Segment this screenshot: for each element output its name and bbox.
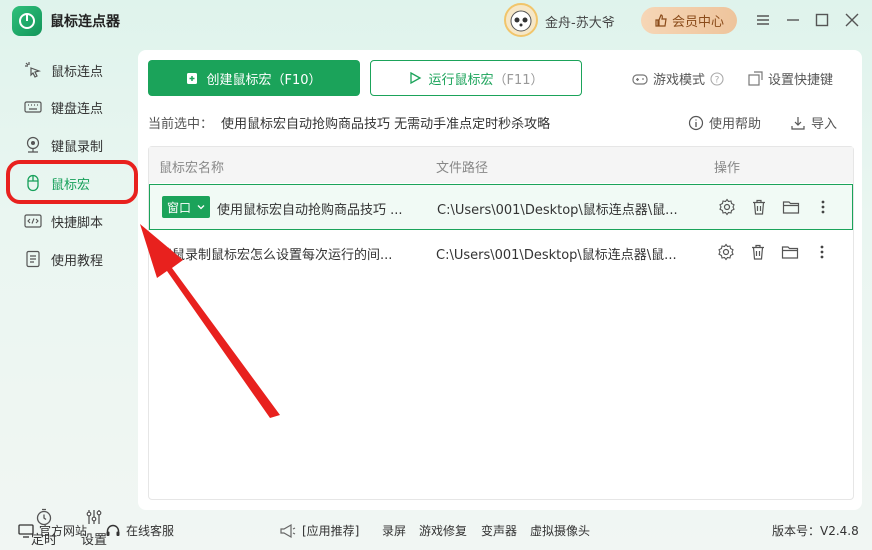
footer-link-game-repair[interactable]: 游戏修复 [419, 522, 467, 539]
window-mode-dropdown[interactable]: 窗口 [162, 196, 211, 218]
game-mode-label: 游戏模式 [653, 73, 706, 88]
sidebar-item-mouse-click[interactable]: 鼠标连点 [14, 55, 132, 85]
help-circle-icon[interactable]: ? [710, 71, 724, 86]
recommend-label: [应用推荐] [302, 524, 360, 538]
main-panel: 创建鼠标宏（F10） 运行鼠标宏（F11） 游戏模式 ? 设置快捷键 当前选中：… [138, 50, 862, 510]
vip-center-button[interactable]: 会员中心 [641, 7, 737, 34]
macro-path: C:\Users\001\Desktop\鼠标连点器\鼠... [437, 203, 678, 218]
gamepad-icon [632, 73, 648, 85]
footer-bar: 官方网站 在线客服 [应用推荐] 录屏 游戏修复 变声器 虚拟摄像头 版本号：V… [0, 514, 872, 550]
username[interactable]: 金舟-苏大爷 [545, 12, 615, 31]
sidebar-item-keyboard-click[interactable]: 键盘连点 [14, 92, 132, 122]
app-logo-icon [12, 6, 42, 36]
import-icon [791, 116, 805, 130]
footer-link-record[interactable]: 录屏 [382, 522, 406, 539]
more-options-icon[interactable] [812, 242, 832, 262]
macro-name: 键鼠录制鼠标宏怎么设置每次运行的间... [159, 248, 393, 263]
add-file-icon [187, 73, 198, 84]
run-macro-key: （F11） [493, 72, 544, 88]
import-label: 导入 [811, 117, 838, 132]
recommend-section: [应用推荐] [279, 522, 359, 539]
sidebar-item-label: 鼠标连点 [51, 64, 104, 80]
hotkey-icon [748, 71, 763, 86]
window-mode-label: 窗口 [167, 200, 192, 215]
create-macro-button[interactable]: 创建鼠标宏（F10） [148, 60, 360, 96]
folder-icon[interactable] [780, 242, 800, 262]
create-macro-label: 创建鼠标宏 [206, 72, 272, 88]
create-macro-key: （F10） [271, 72, 322, 88]
footer-link-virtual-camera[interactable]: 虚拟摄像头 [530, 522, 590, 539]
highlight-annotation [6, 160, 138, 204]
table-row[interactable]: 窗口 使用鼠标宏自动抢购商品技巧 ... C:\Users\001\Deskto… [149, 184, 853, 230]
sidebar-item-label: 使用教程 [51, 253, 104, 269]
table-header: 鼠标宏名称 文件路径 操作 [149, 147, 853, 183]
folder-icon[interactable] [781, 197, 801, 217]
current-selection-label: 当前选中： [148, 117, 214, 132]
trash-icon[interactable] [748, 242, 768, 262]
close-icon[interactable] [841, 9, 863, 31]
gear-icon[interactable] [717, 197, 737, 217]
macro-table: 鼠标宏名称 文件路径 操作 窗口 使用鼠标宏自动抢购商品技巧 ... C:\Us… [148, 146, 854, 500]
help-label: 使用帮助 [709, 117, 762, 132]
avatar[interactable] [504, 3, 538, 37]
vip-center-label: 会员中心 [671, 15, 724, 30]
minimize-icon[interactable] [782, 9, 804, 31]
cursor-click-icon [24, 61, 42, 79]
sidebar-item-tutorial[interactable]: 使用教程 [14, 244, 132, 274]
sidebar-item-script[interactable]: 快捷脚本 [14, 206, 132, 236]
footer-link-voice-changer[interactable]: 变声器 [481, 522, 517, 539]
thumb-up-icon [655, 13, 667, 27]
help-link[interactable]: 使用帮助 [688, 113, 761, 132]
megaphone-icon [280, 523, 296, 538]
game-mode-toggle[interactable]: 游戏模式 ? [632, 69, 724, 88]
column-header-path: 文件路径 [436, 161, 489, 176]
sidebar-item-label: 键盘连点 [51, 101, 104, 117]
svg-text:?: ? [715, 75, 720, 85]
record-icon [24, 136, 42, 154]
run-macro-button[interactable]: 运行鼠标宏（F11） [370, 60, 582, 96]
version-label: 版本号：V2.4.8 [772, 524, 859, 538]
import-button[interactable]: 导入 [790, 113, 837, 132]
code-icon [24, 212, 42, 230]
title-bar: 鼠标连点器 金舟-苏大爷 会员中心 [0, 0, 872, 42]
official-website-label: 官方网站 [39, 524, 88, 538]
gear-icon[interactable] [716, 242, 736, 262]
more-options-icon[interactable] [813, 197, 833, 217]
sidebar-item-label: 键鼠录制 [51, 139, 104, 155]
maximize-icon[interactable] [811, 9, 833, 31]
current-selection-value: 使用鼠标宏自动抢购商品技巧 无需动手准点定时秒杀攻略 [221, 117, 551, 132]
current-selection: 当前选中： 使用鼠标宏自动抢购商品技巧 无需动手准点定时秒杀攻略 [148, 113, 550, 132]
table-row[interactable]: 键鼠录制鼠标宏怎么设置每次运行的间... C:\Users\001\Deskto… [149, 230, 853, 276]
online-service-link[interactable]: 在线客服 [105, 522, 174, 539]
headset-icon [106, 524, 120, 536]
sidebar-item-label: 快捷脚本 [51, 215, 104, 231]
sidebar-item-record[interactable]: 键鼠录制 [14, 130, 132, 160]
macro-path: C:\Users\001\Desktop\鼠标连点器\鼠... [436, 248, 677, 263]
menu-icon[interactable] [752, 9, 774, 31]
chevron-down-icon [197, 205, 205, 210]
macro-name: 使用鼠标宏自动抢购商品技巧 ... [217, 203, 403, 218]
column-header-name: 鼠标宏名称 [159, 161, 225, 176]
set-hotkey-link[interactable]: 设置快捷键 [748, 69, 833, 88]
app-title: 鼠标连点器 [50, 14, 120, 30]
run-macro-label: 运行鼠标宏 [428, 72, 494, 88]
column-header-actions: 操作 [714, 161, 741, 176]
sidebar: 鼠标连点 键盘连点 键鼠录制 鼠标宏 快捷脚本 使用教程 定时 设置 [0, 50, 138, 548]
official-website-link[interactable]: 官方网站 [18, 522, 87, 539]
trash-icon[interactable] [749, 197, 769, 217]
play-icon [410, 71, 422, 85]
keyboard-icon [24, 98, 42, 116]
monitor-icon [18, 523, 34, 538]
tutorial-icon [24, 250, 42, 268]
info-icon [688, 115, 704, 130]
online-service-label: 在线客服 [126, 524, 175, 538]
set-hotkey-label: 设置快捷键 [768, 73, 834, 88]
